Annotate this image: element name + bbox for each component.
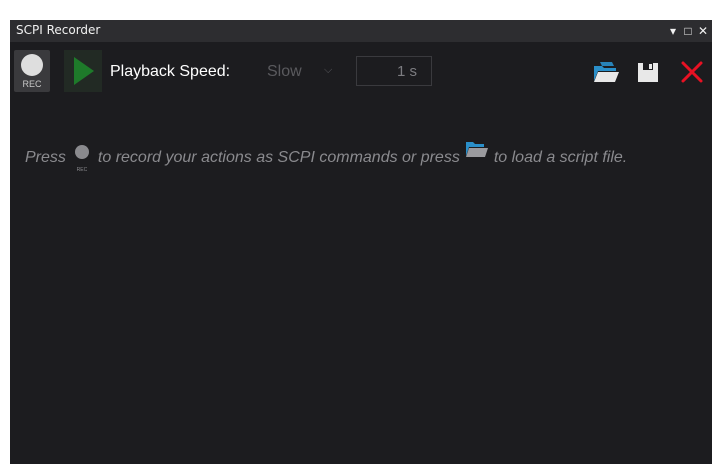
play-icon — [74, 57, 94, 85]
playback-interval-value: 1 s — [396, 63, 417, 80]
close-icon — [681, 61, 703, 83]
hint-load-text: to load a script file. — [493, 149, 628, 166]
scpi-recorder-window: SCPI Recorder ▾ □ ✕ REC Playback Speed: … — [10, 20, 712, 464]
record-label: REC — [22, 79, 42, 89]
playback-interval-input[interactable]: 1 s — [356, 56, 432, 86]
title-bar: SCPI Recorder ▾ □ ✕ — [10, 20, 712, 42]
save-icon — [638, 63, 658, 82]
save-script-button[interactable] — [636, 60, 664, 84]
close-window-button[interactable]: ✕ — [696, 22, 710, 40]
folder-open-icon — [594, 62, 619, 82]
recorder-toolbar: REC Playback Speed: Slow ⌵ 1 s — [10, 42, 712, 100]
playback-speed-dropdown[interactable]: Slow ⌵ — [256, 56, 348, 86]
inline-record-icon: REC — [72, 144, 92, 173]
play-button[interactable] — [64, 50, 102, 92]
inline-folder-open-icon — [465, 142, 488, 157]
open-script-button[interactable] — [592, 60, 620, 84]
window-menu-dropdown-button[interactable]: ▾ — [666, 22, 680, 40]
window-title: SCPI Recorder — [16, 23, 101, 37]
empty-state-hint: Press REC to record your actions as SCPI c… — [25, 140, 695, 173]
hint-press-text: Press — [25, 149, 66, 166]
maximize-button[interactable]: □ — [681, 22, 695, 40]
script-content-area[interactable]: Press REC to record your actions as SCPI c… — [10, 100, 712, 464]
hint-record-text: to record your actions as SCPI commands … — [97, 149, 460, 166]
record-button[interactable]: REC — [14, 50, 50, 92]
playback-speed-label: Playback Speed: — [110, 63, 231, 80]
record-icon — [21, 54, 43, 76]
playback-speed-value: Slow — [267, 63, 302, 80]
chevron-down-icon: ⌵ — [324, 64, 333, 76]
clear-script-button[interactable] — [680, 60, 708, 84]
